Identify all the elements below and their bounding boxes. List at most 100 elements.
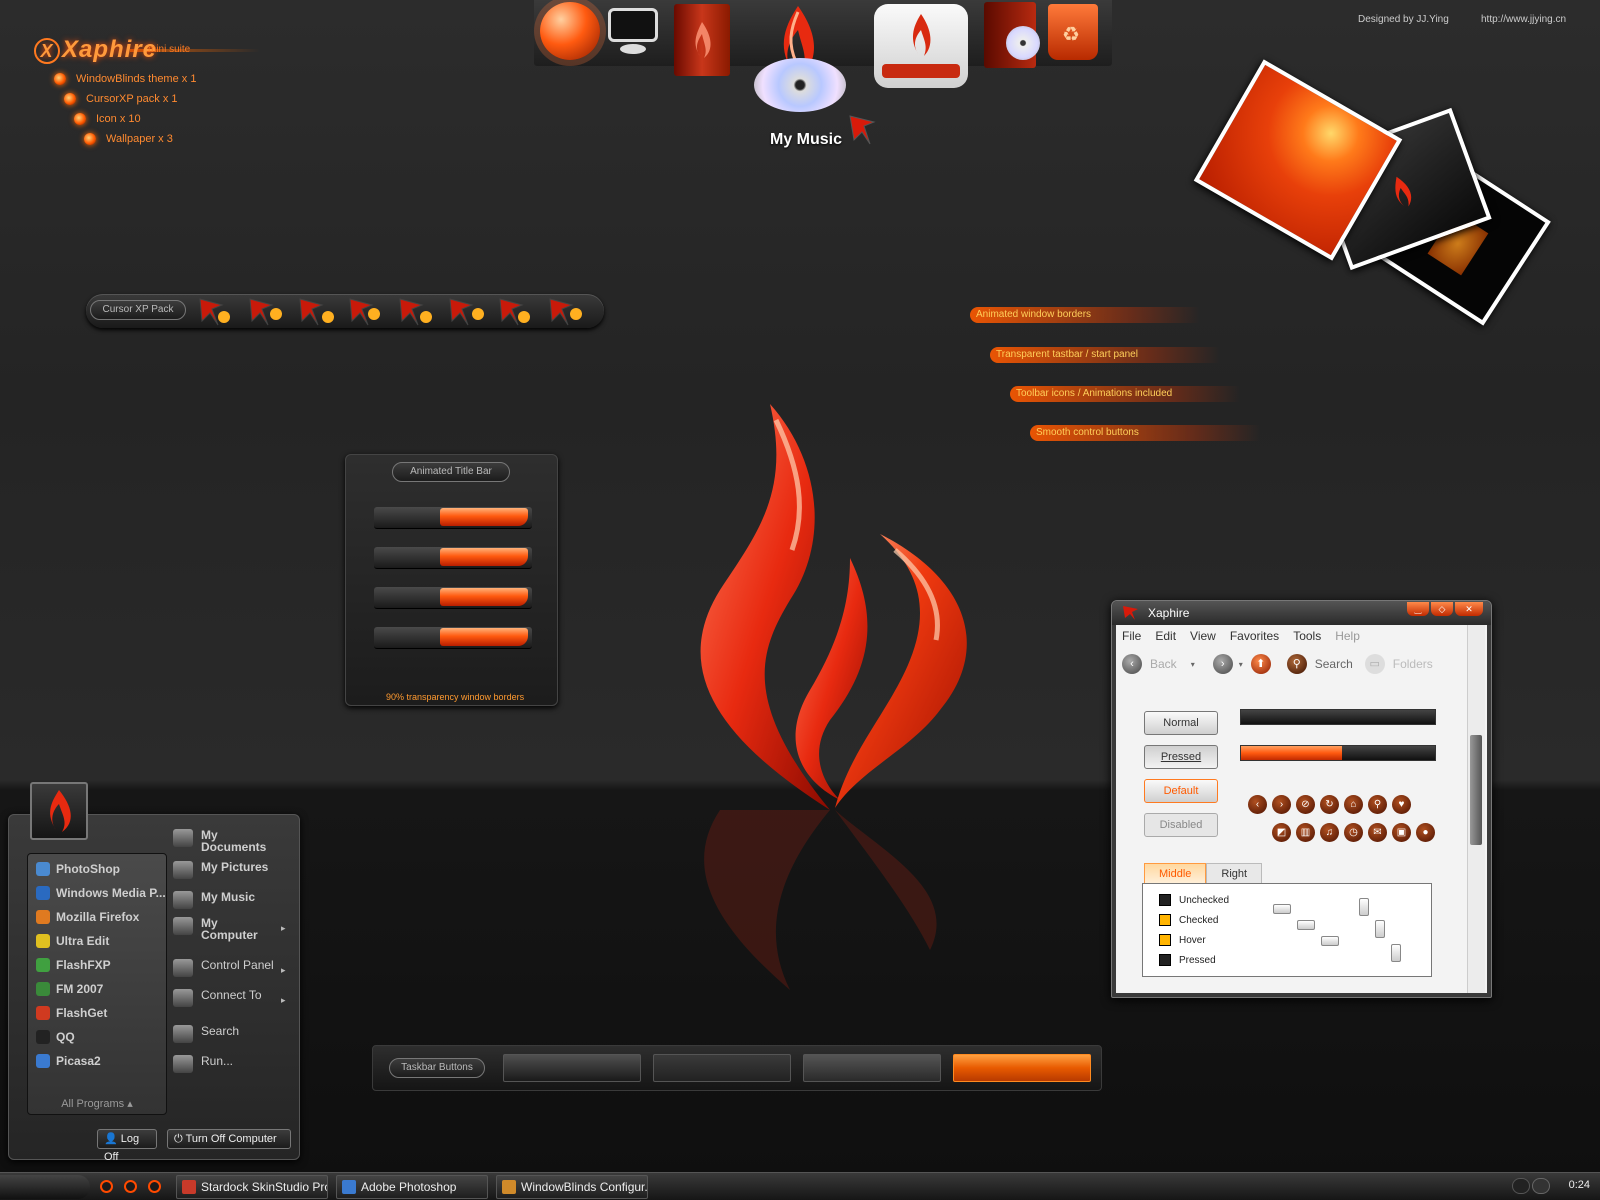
task-windowblinds[interactable]: WindowBlinds Configur... [496, 1175, 648, 1199]
menu-file[interactable]: File [1122, 625, 1141, 647]
place-run[interactable]: Run... [173, 1055, 233, 1073]
log-off-button[interactable]: 👤 Log Off [97, 1129, 157, 1163]
search-icon[interactable]: ⚲ [1368, 795, 1387, 814]
stop-icon[interactable]: ⊘ [1296, 795, 1315, 814]
program-item[interactable]: Picasa2 [36, 1054, 101, 1068]
back-dropdown-icon[interactable]: ▾ [1191, 660, 1195, 669]
bullet-icon [84, 133, 96, 145]
clock-icon[interactable]: ◷ [1344, 823, 1363, 842]
program-icon [36, 862, 50, 876]
place-my-pictures[interactable]: My Pictures [173, 861, 268, 879]
quick-launch-icon[interactable] [124, 1180, 137, 1193]
back-label[interactable]: Back [1150, 657, 1177, 671]
slider-thumb[interactable] [1359, 898, 1369, 916]
recycle-bin-icon[interactable]: ♻ [1048, 4, 1098, 60]
program-item[interactable]: FlashFXP [36, 958, 111, 972]
program-item[interactable]: PhotoShop [36, 862, 120, 876]
cd-case-icon[interactable] [984, 2, 1040, 68]
tab-middle[interactable]: Middle [1144, 863, 1207, 883]
checkbox-box[interactable] [1159, 954, 1171, 966]
search-label[interactable]: Search [1315, 657, 1353, 671]
place-search[interactable]: Search [173, 1025, 239, 1043]
close-button[interactable]: ✕ [1455, 602, 1483, 616]
place-my-computer[interactable]: My Computer [173, 917, 258, 941]
window-title-bar[interactable]: Xaphire ‿ ◇ ✕ [1112, 601, 1491, 625]
place-control-panel[interactable]: Control Panel [173, 959, 274, 977]
history-icon[interactable]: ◩ [1272, 823, 1291, 842]
mail-icon[interactable]: ✉ [1368, 823, 1387, 842]
folders-label[interactable]: Folders [1393, 657, 1433, 671]
search-icon[interactable]: ⚲ [1286, 654, 1307, 674]
back-icon[interactable]: ‹ [1248, 795, 1267, 814]
slider-thumb[interactable] [1391, 944, 1401, 962]
task-photoshop[interactable]: Adobe Photoshop [336, 1175, 488, 1199]
media-icon[interactable]: ▥ [1296, 823, 1315, 842]
discuss-icon[interactable]: ● [1416, 823, 1435, 842]
refresh-icon[interactable]: ↻ [1320, 795, 1339, 814]
program-item[interactable]: QQ [36, 1030, 75, 1044]
avatar[interactable] [30, 782, 88, 840]
menu-favorites[interactable]: Favorites [1230, 625, 1279, 647]
default-button[interactable]: Default [1144, 779, 1218, 803]
favorites-icon[interactable]: ♥ [1392, 795, 1411, 814]
folder-icon[interactable] [674, 4, 730, 76]
program-item[interactable]: Ultra Edit [36, 934, 109, 948]
up-folder-icon[interactable]: ⬆ [1250, 654, 1271, 674]
planet-icon[interactable] [540, 2, 600, 60]
folders-icon[interactable]: ▭ [1364, 654, 1385, 674]
program-item[interactable]: Windows Media P... [36, 886, 166, 900]
program-item[interactable]: FM 2007 [36, 982, 103, 996]
tray-icon[interactable] [1532, 1178, 1550, 1194]
checkbox-box[interactable] [1159, 894, 1171, 906]
quick-launch-icon[interactable] [100, 1180, 113, 1193]
slider-thumb[interactable] [1297, 920, 1315, 930]
slider-thumb[interactable] [1321, 936, 1339, 946]
vertical-scrollbar[interactable] [1467, 625, 1485, 993]
taskbar-button-hover[interactable] [803, 1054, 941, 1082]
place-my-documents[interactable]: My Documents [173, 829, 266, 853]
minimize-button[interactable]: ‿ [1407, 602, 1429, 616]
checkbox-box[interactable] [1159, 914, 1171, 926]
slider-thumb[interactable] [1273, 904, 1291, 914]
scrollbar-thumb[interactable] [1470, 735, 1482, 845]
toolbar-icons-row-1: ‹ › ⊘ ↻ ⌂ ⚲ ♥ [1248, 795, 1411, 814]
forward-dropdown-icon[interactable]: ▾ [1239, 660, 1243, 669]
home-icon[interactable]: ⌂ [1344, 795, 1363, 814]
checkbox-hover[interactable]: Hover [1159, 934, 1206, 946]
back-icon[interactable]: ‹ [1122, 654, 1142, 674]
checkbox-box[interactable] [1159, 934, 1171, 946]
maximize-button[interactable]: ◇ [1431, 602, 1453, 616]
program-item[interactable]: Mozilla Firefox [36, 910, 139, 924]
tab-right[interactable]: Right [1206, 863, 1263, 883]
turn-off-button[interactable]: ⏻ Turn Off Computer [167, 1129, 291, 1149]
website-url[interactable]: http://www.jjying.cn [1481, 14, 1566, 25]
music-cd-icon[interactable] [754, 58, 846, 112]
monitor-icon[interactable] [608, 8, 658, 42]
start-button[interactable] [0, 1175, 90, 1199]
print-icon[interactable]: ▣ [1392, 823, 1411, 842]
taskbar-button-pressed[interactable] [653, 1054, 791, 1082]
menu-edit[interactable]: Edit [1155, 625, 1176, 647]
checkbox-pressed[interactable]: Pressed [1159, 954, 1216, 966]
menu-tools[interactable]: Tools [1293, 625, 1321, 647]
normal-button[interactable]: Normal [1144, 711, 1218, 735]
taskbar-button-active[interactable] [953, 1054, 1091, 1082]
slider-thumb[interactable] [1375, 920, 1385, 938]
taskbar-button-normal[interactable] [503, 1054, 641, 1082]
menu-view[interactable]: View [1190, 625, 1216, 647]
checkbox-unchecked[interactable]: Unchecked [1159, 894, 1229, 906]
program-item[interactable]: FlashGet [36, 1006, 107, 1020]
place-connect-to[interactable]: Connect To [173, 989, 262, 1007]
hard-drive-icon[interactable] [874, 4, 968, 88]
tray-icon[interactable] [1512, 1178, 1530, 1194]
place-my-music[interactable]: My Music [173, 891, 255, 909]
task-skinstudio[interactable]: Stardock SkinStudio Pro... [176, 1175, 328, 1199]
forward-icon[interactable]: › [1212, 654, 1233, 674]
pressed-button[interactable]: Pressed [1144, 745, 1218, 769]
checkbox-checked[interactable]: Checked [1159, 914, 1218, 926]
all-programs-button[interactable]: All Programs ▴ [28, 1097, 166, 1110]
forward-icon[interactable]: › [1272, 795, 1291, 814]
music-icon[interactable]: ♫ [1320, 823, 1339, 842]
menu-help[interactable]: Help [1335, 625, 1360, 647]
quick-launch-icon[interactable] [148, 1180, 161, 1193]
